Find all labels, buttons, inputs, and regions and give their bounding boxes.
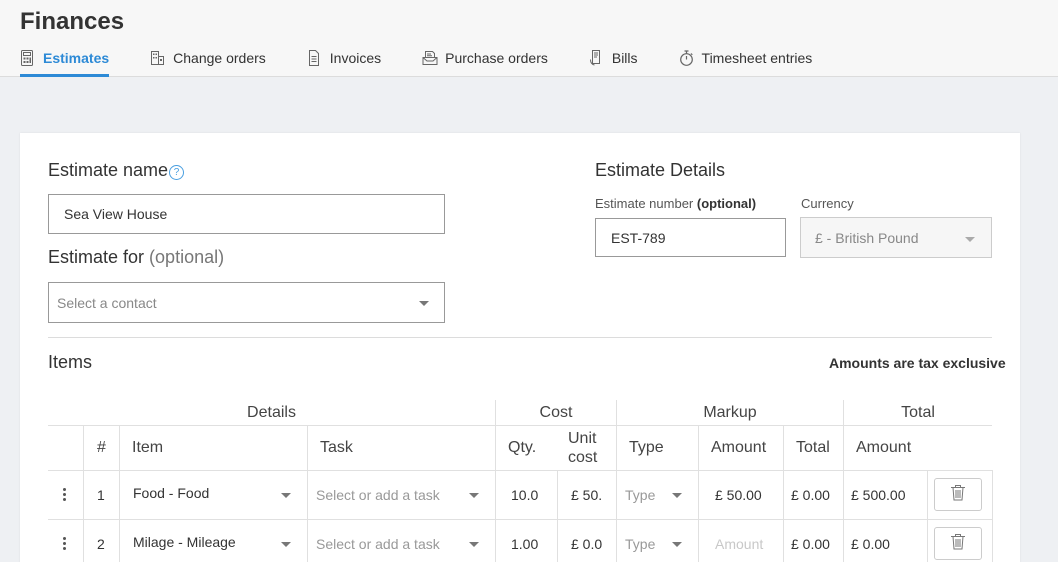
markup-total: £ 0.00 bbox=[791, 536, 830, 552]
receipt-icon bbox=[589, 50, 603, 66]
col-header-num: # bbox=[97, 439, 106, 456]
col-header-qty: Qty. bbox=[508, 439, 537, 456]
tab-invoices[interactable]: Invoices bbox=[307, 50, 381, 77]
table-line bbox=[83, 426, 84, 562]
drag-handle-icon[interactable] bbox=[63, 488, 67, 503]
tab-purchase-orders[interactable]: Purchase orders bbox=[422, 50, 548, 77]
tab-label: Timesheet entries bbox=[701, 50, 813, 66]
total-amount: £ 500.00 bbox=[851, 487, 906, 503]
markup-total: £ 0.00 bbox=[791, 487, 830, 503]
total-amount: £ 0.00 bbox=[851, 536, 890, 552]
contact-select-placeholder: Select a contact bbox=[57, 294, 157, 311]
tax-note: Amounts are tax exclusive bbox=[829, 355, 1006, 371]
tab-timesheet-entries[interactable]: Timesheet entries bbox=[679, 50, 813, 77]
currency-select[interactable]: £ - British Pound bbox=[800, 217, 992, 258]
trash-icon bbox=[950, 533, 966, 555]
markup-amount-input[interactable]: £ 50.00 bbox=[715, 487, 762, 503]
group-markup: Markup bbox=[703, 404, 757, 421]
table-line bbox=[616, 400, 617, 562]
chevron-down-icon bbox=[281, 542, 291, 547]
group-total: Total bbox=[901, 404, 935, 421]
task-select[interactable]: Select or add a task bbox=[316, 536, 440, 552]
table-line bbox=[783, 426, 784, 562]
chevron-down-icon bbox=[965, 237, 975, 242]
col-header-type: Type bbox=[629, 439, 664, 456]
estimate-number-label: Estimate number (optional) bbox=[595, 196, 757, 211]
estimate-for-label: Estimate for (optional) bbox=[48, 247, 225, 267]
col-header-item: Item bbox=[132, 439, 164, 456]
document-icon bbox=[307, 50, 321, 66]
table-line bbox=[698, 426, 699, 562]
table-line bbox=[119, 426, 120, 562]
estimate-number-value: EST-789 bbox=[611, 229, 666, 246]
chevron-down-icon bbox=[469, 493, 479, 498]
drag-handle-icon[interactable] bbox=[63, 537, 67, 552]
markup-amount-input[interactable]: Amount bbox=[715, 536, 763, 552]
qty-input[interactable]: 1.00 bbox=[511, 536, 554, 552]
markup-type-select[interactable]: Type bbox=[625, 487, 655, 503]
trash-icon bbox=[950, 484, 966, 506]
col-header-markup-amount: Amount bbox=[711, 439, 767, 456]
currency-value: £ - British Pound bbox=[815, 229, 919, 246]
calculator-icon bbox=[20, 50, 34, 66]
estimate-details-title: Estimate Details bbox=[595, 160, 726, 180]
estimate-name-label: Estimate name? bbox=[48, 160, 185, 181]
top-bar: Finances Estimates Change orders Invoice… bbox=[0, 0, 1058, 77]
divider bbox=[48, 337, 992, 338]
estimate-number-input[interactable]: EST-789 bbox=[595, 218, 786, 257]
table-line bbox=[48, 425, 992, 426]
chevron-down-icon bbox=[469, 542, 479, 547]
stopwatch-icon bbox=[679, 50, 693, 66]
col-header-total-amount: Amount bbox=[856, 439, 912, 456]
task-select[interactable]: Select or add a task bbox=[316, 487, 440, 503]
delete-row-button[interactable] bbox=[934, 527, 982, 560]
chevron-down-icon bbox=[672, 493, 682, 498]
qty-input[interactable]: 10.0 bbox=[511, 487, 554, 503]
help-icon[interactable]: ? bbox=[169, 165, 185, 180]
cart-doc-icon bbox=[422, 50, 438, 66]
table-line bbox=[927, 470, 928, 562]
delete-row-button[interactable] bbox=[934, 478, 982, 511]
unit-cost-input[interactable]: £ 50. bbox=[571, 487, 603, 503]
tab-label: Change orders bbox=[173, 50, 266, 66]
contact-select[interactable]: Select a contact bbox=[48, 282, 445, 323]
building-doc-icon bbox=[150, 50, 165, 66]
table-line bbox=[495, 400, 496, 562]
chevron-down-icon bbox=[419, 301, 429, 306]
tab-label: Purchase orders bbox=[445, 50, 548, 66]
tab-bar: Estimates Change orders Invoices Purchas… bbox=[20, 50, 853, 77]
col-header-unit-cost: Unit cost bbox=[568, 430, 598, 466]
tab-bills[interactable]: Bills bbox=[589, 50, 638, 77]
chevron-down-icon bbox=[281, 493, 291, 498]
item-select[interactable]: Food - Food bbox=[133, 485, 209, 501]
items-title: Items bbox=[48, 352, 93, 372]
unit-cost-input[interactable]: £ 0.0 bbox=[571, 536, 603, 552]
row-number: 1 bbox=[97, 487, 105, 503]
col-header-task: Task bbox=[320, 439, 353, 456]
row-number: 2 bbox=[97, 536, 105, 552]
page-title: Finances bbox=[20, 8, 125, 35]
table-line bbox=[48, 470, 992, 471]
currency-label: Currency bbox=[801, 196, 854, 211]
table-line bbox=[557, 470, 558, 562]
col-header-markup-total: Total bbox=[796, 439, 830, 456]
chevron-down-icon bbox=[672, 542, 682, 547]
group-cost: Cost bbox=[539, 404, 573, 421]
tab-label: Estimates bbox=[43, 50, 110, 66]
tab-label: Invoices bbox=[329, 50, 382, 66]
table-line bbox=[307, 426, 308, 562]
table-line bbox=[843, 400, 844, 562]
markup-type-select[interactable]: Type bbox=[625, 536, 655, 552]
tab-label: Bills bbox=[611, 50, 638, 66]
table-line bbox=[48, 519, 992, 520]
group-details: Details bbox=[247, 404, 296, 421]
estimate-name-input[interactable]: Sea View House bbox=[48, 194, 445, 234]
item-select[interactable]: Milage - Mileage bbox=[133, 534, 236, 550]
tab-change-orders[interactable]: Change orders bbox=[150, 50, 266, 77]
estimate-name-value: Sea View House bbox=[64, 206, 168, 222]
table-line bbox=[992, 470, 993, 562]
tab-estimates[interactable]: Estimates bbox=[20, 50, 110, 77]
